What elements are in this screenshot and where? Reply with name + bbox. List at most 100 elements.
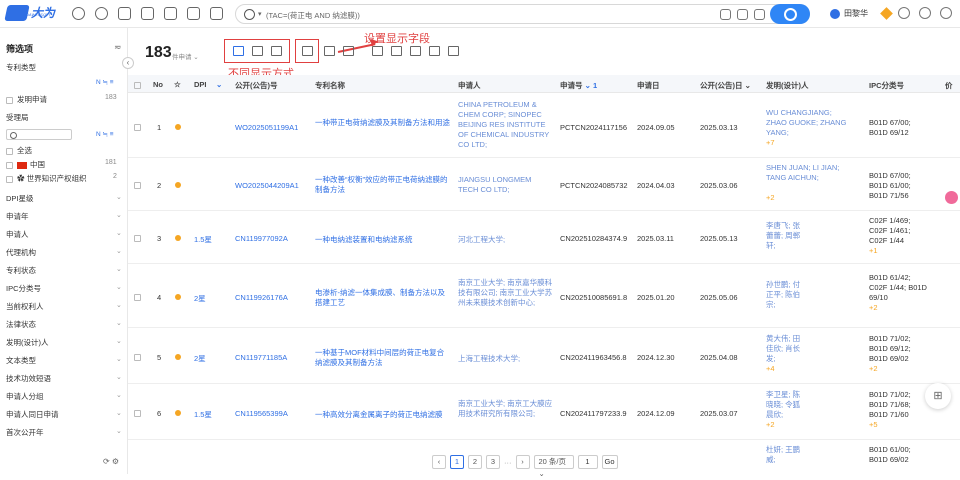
applicant-link[interactable]: 南京工业大学; 南京工大膜应用技术研究所有限公司; xyxy=(458,399,553,419)
title-link[interactable]: 一种高效分离金属离子的荷正电纳滤膜 xyxy=(315,409,450,420)
sort-icon[interactable] xyxy=(324,46,335,56)
chevron-down-icon[interactable]: ⌄ xyxy=(116,409,122,417)
chevron-down-icon[interactable]: ⌄ xyxy=(116,211,122,219)
filter-legal-status[interactable]: 法律状态 xyxy=(6,319,36,330)
box-icon[interactable] xyxy=(118,7,131,20)
inventor-link[interactable]: 杜妍; 王鹏威; xyxy=(766,445,806,465)
expand-icon[interactable] xyxy=(410,46,421,56)
chevron-down-icon[interactable]: ⌄ xyxy=(116,373,122,381)
apps-grid-icon[interactable] xyxy=(940,7,952,19)
checkbox[interactable] xyxy=(6,96,13,104)
filter-settings-icon[interactable]: ≂ xyxy=(114,42,122,53)
page-ellipsis[interactable]: ··· xyxy=(504,458,512,467)
col-value[interactable]: 价 xyxy=(945,80,953,91)
table-row[interactable]: 1 WO2025051199A1 一种带正电荷纳滤膜及其制备方法和用途 CHIN… xyxy=(128,93,960,158)
ipc-codes[interactable]: C02F 1/469; C02F 1/461; C02F 1/44 xyxy=(869,216,929,246)
filter-applicant[interactable]: 申请人 xyxy=(6,229,29,240)
analysis-icon[interactable] xyxy=(164,7,177,20)
goto-page-input[interactable]: 1 xyxy=(577,455,598,469)
pub-no-link[interactable]: CN119926176A xyxy=(235,293,288,302)
col-app-date[interactable]: 申请日 xyxy=(637,80,660,91)
assistant-float-button[interactable] xyxy=(945,191,958,204)
prev-page-button[interactable]: ‹ xyxy=(432,455,446,469)
page-button[interactable]: 1 xyxy=(450,455,464,469)
apps-float-button[interactable]: ⊞ xyxy=(925,383,951,409)
chevron-down-icon[interactable]: ⌄ xyxy=(116,247,122,255)
help-icon[interactable] xyxy=(919,7,931,19)
row-checkbox[interactable] xyxy=(134,292,145,301)
page-button[interactable]: 3 xyxy=(486,455,500,469)
filter-tech-effect[interactable]: 技术功效短语 xyxy=(6,373,51,384)
sort-desc-icon[interactable]: ⌄ xyxy=(585,81,591,90)
sort-options[interactable]: N ≒ ≡ xyxy=(96,130,114,138)
col-ipc[interactable]: IPC分类号 xyxy=(869,80,904,91)
col-dpi[interactable]: DPI xyxy=(194,80,207,89)
filter-patent-status[interactable]: 专利状态 xyxy=(6,265,36,276)
inventor-link[interactable]: 黄大伟; 田佳欣; 肖长发; xyxy=(766,334,806,364)
page-size-select[interactable]: 20 条/页 ⌄ xyxy=(533,455,574,478)
filter-text-type[interactable]: 文本类型 xyxy=(6,355,36,366)
row-checkbox[interactable] xyxy=(134,408,145,417)
row-checkbox[interactable] xyxy=(134,352,145,361)
inventor-link[interactable]: 李唐飞; 张蕾蕾; 周郸轩; xyxy=(766,221,806,251)
chevron-down-icon[interactable]: ⌄ xyxy=(116,337,122,345)
patent-type-item[interactable]: 发明申请 xyxy=(6,94,47,105)
pub-no-link[interactable]: CN119565399A xyxy=(235,409,288,418)
chevron-down-icon[interactable]: ▾ xyxy=(258,10,262,18)
inventor-link[interactable]: SHEN JUAN; LI JIAN; TANG AICHUN; xyxy=(766,163,851,183)
search-icon[interactable] xyxy=(72,7,85,20)
office-item-wipo[interactable]: ✿ 世界知识产权组织 xyxy=(6,173,87,184)
table-row[interactable]: 3 1.5星 CN119977092A 一种电纳滤装置和电纳滤系统 河北工程大学… xyxy=(128,211,960,264)
title-link[interactable]: 电渗析-纳滤一体集成膜、制备方法以及搭建工艺 xyxy=(315,288,450,308)
col-pub-no[interactable]: 公开(公告)号 xyxy=(235,80,278,91)
col-inventor[interactable]: 发明(设计)人 xyxy=(766,80,809,91)
filter-inventor[interactable]: 发明(设计)人 xyxy=(6,337,49,348)
col-pub-date[interactable]: 公开(公告)日 ⌄ xyxy=(700,80,751,91)
user-name[interactable]: 田黎华 xyxy=(844,8,868,19)
filter-first-pub-year[interactable]: 首次公开年 xyxy=(6,427,44,438)
document-icon[interactable] xyxy=(737,9,748,20)
applicant-link[interactable]: 河北工程大学; xyxy=(458,234,505,245)
download-icon[interactable] xyxy=(372,46,383,56)
title-link[interactable]: 一种改善“权衡”效应的带正电荷纳滤膜的制备方法 xyxy=(315,175,450,195)
title-link[interactable]: 一种带正电荷纳滤膜及其制备方法和用途 xyxy=(315,118,450,128)
filter-same-day[interactable]: 申请人同日申请 xyxy=(6,409,59,420)
sort-options[interactable]: N ≒ ≡ xyxy=(96,78,114,86)
sort-icon[interactable]: ⌄ xyxy=(216,80,222,89)
filter-agency[interactable]: 代理机构 xyxy=(6,247,36,258)
col-app-no[interactable]: 申请号 ⌄ 1 xyxy=(560,80,597,91)
inventor-link[interactable]: 孙世鹏; 付正平; 陈伯宗; xyxy=(766,280,806,310)
filter-dpi[interactable]: DPI星级 xyxy=(6,193,34,204)
filter-app-year[interactable]: 申请年 xyxy=(6,211,29,222)
ipc-more[interactable]: +1 xyxy=(869,246,878,255)
section-office[interactable]: 受理局 xyxy=(6,112,29,123)
applicant-link[interactable]: 南京工业大学; 南京嘉华膜科技有限公司; 南京工业大学苏州未来膜技术创新中心; xyxy=(458,278,553,308)
section-patent-type[interactable]: 专利类型 xyxy=(6,62,36,73)
row-checkbox[interactable] xyxy=(134,180,145,189)
cube-icon[interactable] xyxy=(448,46,459,56)
ipc-codes[interactable]: B01D 71/02; B01D 71/68; B01D 71/60 xyxy=(869,390,929,420)
headset-icon[interactable] xyxy=(898,7,910,19)
chart-icon[interactable] xyxy=(429,46,440,56)
search-query[interactable]: (TAC=(荷正电 AND 纳滤膜)) xyxy=(266,10,360,21)
chevron-down-icon[interactable]: ⌄ xyxy=(116,193,122,201)
filter-owner[interactable]: 当前权利人 xyxy=(6,301,44,312)
inventor-more[interactable]: +4 xyxy=(766,364,775,373)
ipc-codes[interactable]: B01D 61/42; C02F 1/44; B01D 69/10 xyxy=(869,273,929,303)
refresh-settings-icons[interactable]: ⟳ ⚙ xyxy=(103,457,119,466)
report-icon[interactable] xyxy=(391,46,402,56)
table-row[interactable]: 4 2星 CN119926176A 电渗析-纳滤一体集成膜、制备方法以及搭建工艺… xyxy=(128,264,960,328)
row-checkbox[interactable] xyxy=(134,233,145,242)
inventor-link[interactable]: 李卫星; 陈晓晓; 令狐晨欣; xyxy=(766,390,806,420)
settings-icon[interactable] xyxy=(210,7,223,20)
select-all-checkbox[interactable] xyxy=(134,80,145,89)
chevron-down-icon[interactable]: ⌄ xyxy=(116,319,122,327)
col-title[interactable]: 专利名称 xyxy=(315,80,345,91)
pub-no-link[interactable]: WO2025044209A1 xyxy=(235,181,299,190)
row-checkbox[interactable] xyxy=(134,122,145,131)
chevron-down-icon[interactable]: ⌄ xyxy=(116,265,122,273)
applicant-link[interactable]: CHINA PETROLEUM & CHEM CORP; SINOPEC BEI… xyxy=(458,100,550,150)
pub-no-link[interactable]: CN119977092A xyxy=(235,234,288,243)
pub-no-link[interactable]: WO2025051199A1 xyxy=(235,123,298,132)
history-icon[interactable] xyxy=(95,7,108,20)
